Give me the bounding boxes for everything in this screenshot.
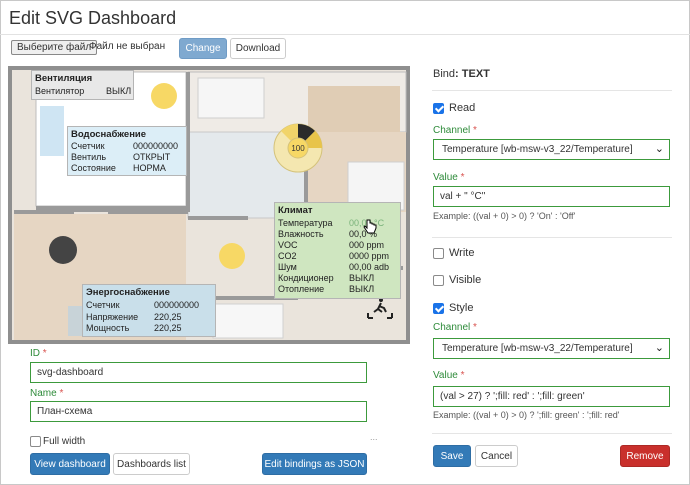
style-channel-label: Channel * [433, 322, 477, 333]
climate-heating-value: ВЫКЛ [349, 284, 375, 294]
floor-plan[interactable]: 100 Вентиляция Вентилятор ВЫКЛ Водоснабж… [8, 66, 411, 344]
dimmer-value: 100 [291, 144, 305, 153]
energy-power-label: Мощность [86, 323, 130, 333]
water-state-value: НОРМА [133, 163, 166, 173]
chevron-down-icon: ⌄ [654, 342, 664, 354]
cancel-button[interactable]: Cancel [475, 445, 518, 467]
save-button[interactable]: Save [433, 445, 471, 467]
no-file-text: Файл не выбран [89, 41, 166, 52]
energy-voltage-value: 220,25 [154, 312, 182, 322]
title-divider [0, 34, 690, 35]
water-valve-label: Вентиль [71, 152, 107, 162]
water-state-label: Состояние [71, 163, 116, 173]
climate-humidity-label: Влажность [278, 229, 324, 239]
bind-divider-2 [432, 237, 672, 238]
id-label: ID * [30, 348, 47, 359]
lamp-living[interactable] [49, 236, 77, 264]
climate-noise-label: Шум [278, 262, 297, 272]
energy-counter-value: 000000000 [154, 300, 200, 310]
choose-file-button[interactable]: Выберите файл [11, 40, 98, 55]
water-title: Водоснабжение [71, 129, 147, 140]
ventilation-fan-value: ВЫКЛ [106, 86, 132, 96]
style-value-example: Example: ((val + 0) > 0) ? ';fill: green… [433, 410, 620, 420]
climate-ac-label: Кондиционер [278, 273, 334, 283]
energy-title: Энергоснабжение [86, 287, 170, 298]
channel-label: Channel * [433, 125, 477, 136]
hand-cursor-icon [363, 219, 377, 234]
visible-checkbox[interactable] [433, 275, 444, 286]
energy-power-value: 220,25 [154, 323, 182, 333]
energy-panel[interactable]: Энергоснабжение Счетчик 000000000 Напряж… [82, 284, 216, 337]
energy-voltage-label: Напряжение [86, 312, 139, 322]
read-checkbox[interactable] [433, 103, 444, 114]
climate-heating-label: Отопление [278, 284, 325, 294]
full-width-checkbox[interactable] [30, 436, 41, 447]
channel-select[interactable]: Temperature [wb-msw-v3_22/Temperature] ⌄ [433, 139, 670, 160]
bind-header: Bind: TEXT [433, 68, 490, 80]
bind-divider-3 [432, 433, 672, 434]
view-dashboard-button[interactable]: View dashboard [30, 453, 110, 475]
climate-voc-label: VOC [278, 240, 298, 250]
edit-bindings-json-button[interactable]: Edit bindings as JSON [262, 453, 367, 475]
climate-co2-value: 0000 ppm [349, 251, 390, 261]
style-label: Style [449, 302, 474, 314]
remove-button[interactable]: Remove [620, 445, 670, 467]
bind-divider [432, 90, 672, 91]
dashboards-list-button[interactable]: Dashboards list [113, 453, 190, 475]
style-channel-select-value: Temperature [wb-msw-v3_22/Temperature] [442, 343, 633, 354]
full-width-label: Full width [43, 436, 86, 447]
ventilation-panel[interactable]: Вентиляция Вентилятор ВЫКЛ [31, 70, 134, 100]
climate-ac-value: ВЫКЛ [349, 273, 375, 283]
more-dots: ... [370, 432, 378, 442]
channel-select-value: Temperature [wb-msw-v3_22/Temperature] [442, 144, 633, 155]
value-label: Value * [433, 172, 465, 183]
water-panel[interactable]: Водоснабжение Счетчик 000000000 Вентиль … [67, 126, 187, 176]
climate-voc-value: 000 ppm [349, 240, 385, 250]
climate-noise-value: 00,00 adb [349, 262, 390, 272]
page-title: Edit SVG Dashboard [9, 8, 177, 28]
chevron-down-icon: ⌄ [654, 143, 664, 155]
visible-label: Visible [449, 274, 482, 286]
value-input[interactable]: val + " °C" [433, 186, 670, 207]
style-checkbox[interactable] [433, 303, 444, 314]
style-value-label: Value * [433, 370, 465, 381]
read-label: Read [449, 102, 476, 114]
climate-title: Климат [278, 205, 313, 216]
write-checkbox[interactable] [433, 248, 444, 259]
climate-co2-label: CO2 [278, 251, 297, 261]
energy-counter-label: Счетчик [86, 300, 120, 310]
name-input[interactable]: План-схема [30, 401, 367, 422]
name-label: Name * [30, 388, 64, 399]
write-label: Write [449, 247, 475, 259]
ventilation-title: Вентиляция [35, 73, 93, 84]
climate-panel[interactable]: Климат Температура 00,00 °C Влажность 00… [274, 202, 401, 299]
climate-temp-label: Температура [278, 218, 333, 228]
water-counter-value: 000000000 [133, 141, 179, 151]
style-channel-select[interactable]: Temperature [wb-msw-v3_22/Temperature] ⌄ [433, 338, 670, 359]
download-button[interactable]: Download [230, 38, 286, 59]
lamp-hall[interactable] [219, 243, 245, 269]
id-input[interactable]: svg-dashboard [30, 362, 367, 383]
water-counter-label: Счетчик [71, 141, 105, 151]
ventilation-fan-label: Вентилятор [35, 86, 85, 96]
water-valve-value: ОТКРЫТ [133, 152, 171, 162]
value-example: Example: ((val + 0) > 0) ? 'On' : 'Off' [433, 211, 576, 221]
lamp-ventilation[interactable] [151, 83, 177, 109]
change-button[interactable]: Change [179, 38, 227, 59]
dimmer-wheel[interactable]: 100 [273, 123, 323, 173]
style-value-input[interactable]: (val > 27) ? ';fill: red' : ';fill: gree… [433, 386, 670, 407]
